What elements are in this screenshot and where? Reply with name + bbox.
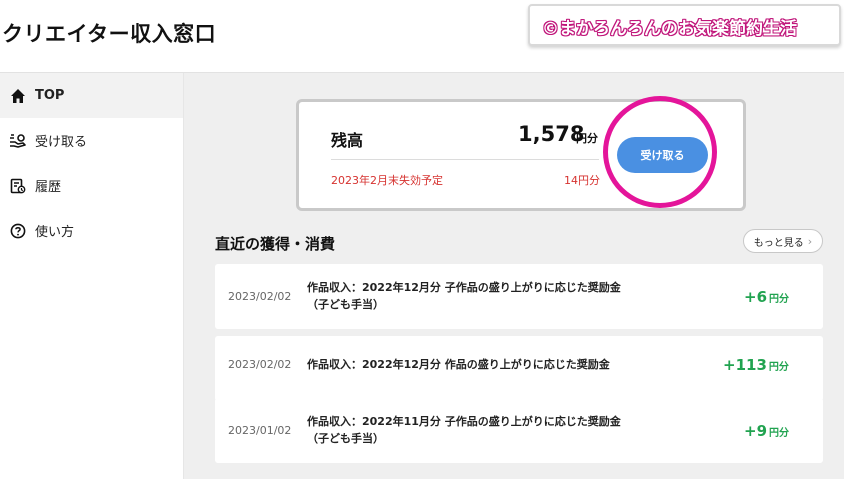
receive-button[interactable]: 受け取る bbox=[617, 137, 708, 173]
sidebar-item-label: TOP bbox=[35, 88, 65, 103]
row-desc-line2: （子ども手当） bbox=[307, 432, 384, 445]
history-row[interactable]: 2023/02/02 作品収入：2022年12月分 作品の盛り上がりに応じた奨励… bbox=[215, 336, 823, 401]
balance-value: 1,578 bbox=[518, 122, 585, 146]
row-description: 作品収入：2022年12月分 作品の盛り上がりに応じた奨励金 bbox=[307, 356, 667, 373]
row-amount-value: +6 bbox=[744, 288, 768, 306]
row-desc-line1: 作品収入：2022年11月分 子作品の盛り上がりに応じた奨励金 bbox=[307, 415, 621, 428]
expire-label: 2023年2月末失効予定 bbox=[331, 174, 443, 187]
sidebar-item-receive[interactable]: 受け取る bbox=[0, 118, 183, 163]
watermark: ©まかろんろんのお気楽節約生活 bbox=[528, 4, 841, 46]
row-date: 2023/02/02 bbox=[228, 358, 292, 371]
sidebar-item-history[interactable]: 履歴 bbox=[0, 163, 183, 208]
receive-icon bbox=[9, 132, 27, 150]
row-desc-line1: 作品収入：2022年12月分 子作品の盛り上がりに応じた奨励金 bbox=[307, 281, 621, 294]
row-amount-unit: 円分 bbox=[769, 294, 790, 305]
section-title: 直近の獲得・消費 bbox=[215, 235, 336, 253]
balance-divider bbox=[331, 159, 599, 160]
sidebar: TOP 受け取る 履歴 使い方 bbox=[0, 73, 184, 479]
row-desc-line1: 作品収入：2022年12月分 作品の盛り上がりに応じた奨励金 bbox=[307, 358, 610, 371]
chevron-right-icon: › bbox=[807, 234, 813, 248]
row-desc-line2: （子ども手当） bbox=[307, 298, 384, 311]
sidebar-item-label: 履歴 bbox=[35, 180, 62, 195]
history-row[interactable]: 2023/02/02 作品収入：2022年12月分 子作品の盛り上がりに応じた奨… bbox=[215, 264, 823, 329]
expire-value: 14円分 bbox=[564, 174, 600, 187]
sidebar-item-label: 受け取る bbox=[35, 135, 88, 150]
row-date: 2023/02/02 bbox=[228, 290, 292, 303]
sidebar-item-label: 使い方 bbox=[35, 225, 75, 240]
history-row[interactable]: 2023/01/02 作品収入：2022年11月分 子作品の盛り上がりに応じた奨… bbox=[215, 398, 823, 463]
sidebar-item-howto[interactable]: 使い方 bbox=[0, 208, 183, 253]
row-amount: +9 円分 bbox=[744, 422, 789, 440]
row-amount-unit: 円分 bbox=[768, 362, 789, 373]
more-button-label: もっと見る bbox=[753, 237, 804, 249]
history-icon bbox=[9, 177, 27, 195]
help-icon bbox=[9, 222, 27, 240]
balance-label: 残高 bbox=[331, 131, 364, 150]
row-description: 作品収入：2022年11月分 子作品の盛り上がりに応じた奨励金 （子ども手当） bbox=[307, 413, 667, 447]
more-button[interactable]: もっと見る › bbox=[743, 229, 823, 253]
home-icon bbox=[9, 87, 27, 105]
row-amount: +113 円分 bbox=[723, 356, 789, 374]
watermark-text: ©まかろんろんのお気楽節約生活 bbox=[542, 19, 797, 39]
sidebar-item-top[interactable]: TOP bbox=[0, 73, 183, 118]
row-description: 作品収入：2022年12月分 子作品の盛り上がりに応じた奨励金 （子ども手当） bbox=[307, 279, 667, 313]
balance-unit: 円分 bbox=[576, 132, 598, 145]
row-date: 2023/01/02 bbox=[228, 424, 292, 437]
row-amount-value: +9 bbox=[744, 422, 768, 440]
row-amount-unit: 円分 bbox=[769, 428, 790, 439]
app-header: クリエイター収入窓口 ©まかろんろんのお気楽節約生活 bbox=[0, 0, 844, 73]
row-amount: +6 円分 bbox=[744, 288, 789, 306]
row-amount-value: +113 bbox=[723, 356, 767, 374]
app-title: クリエイター収入窓口 bbox=[2, 22, 217, 46]
